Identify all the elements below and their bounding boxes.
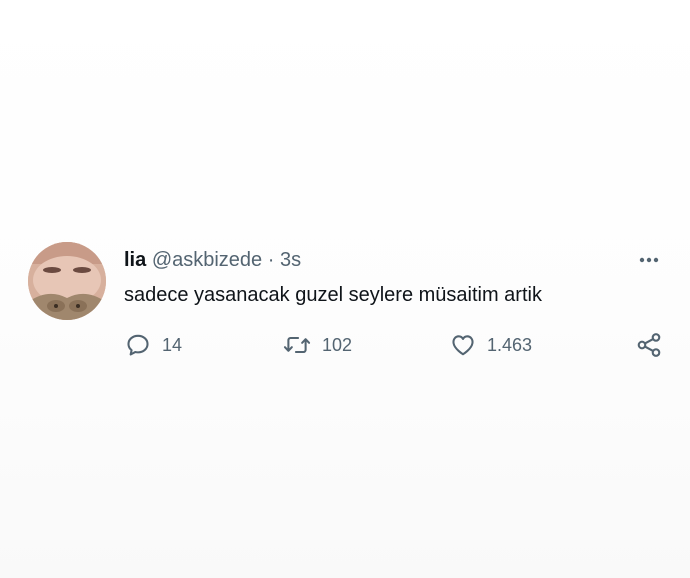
screenshot-background: lia @askbizede · 3s sadece yasanacak guz… (0, 0, 690, 578)
heart-icon (452, 335, 474, 356)
separator-dot: · (267, 249, 275, 271)
reply-button[interactable]: 14 (125, 332, 182, 358)
tweet-timestamp[interactable]: 3s (280, 249, 301, 271)
share-icon (637, 333, 661, 357)
more-dots-icon (639, 257, 659, 263)
tweet-text: sadece yasanacak guzel seylere müsaitim … (124, 284, 542, 306)
tweet[interactable]: lia @askbizede · 3s sadece yasanacak guz… (0, 236, 690, 376)
retweet-icon (283, 336, 311, 354)
author-name[interactable]: lia (124, 249, 146, 271)
author-handle[interactable]: @askbizede (152, 249, 262, 271)
reply-count: 14 (162, 334, 183, 355)
retweet-button[interactable]: 102 (283, 332, 352, 358)
share-button[interactable] (635, 332, 663, 358)
retweet-count: 102 (322, 334, 353, 355)
tweet-header: lia @askbizede · 3s (124, 248, 301, 272)
avatar[interactable] (28, 242, 106, 320)
reply-bubble-icon (127, 334, 149, 356)
like-button[interactable]: 1.463 (450, 332, 532, 358)
like-count: 1.463 (487, 334, 533, 355)
more-options-button[interactable] (634, 252, 664, 268)
avatar-image (28, 242, 106, 320)
